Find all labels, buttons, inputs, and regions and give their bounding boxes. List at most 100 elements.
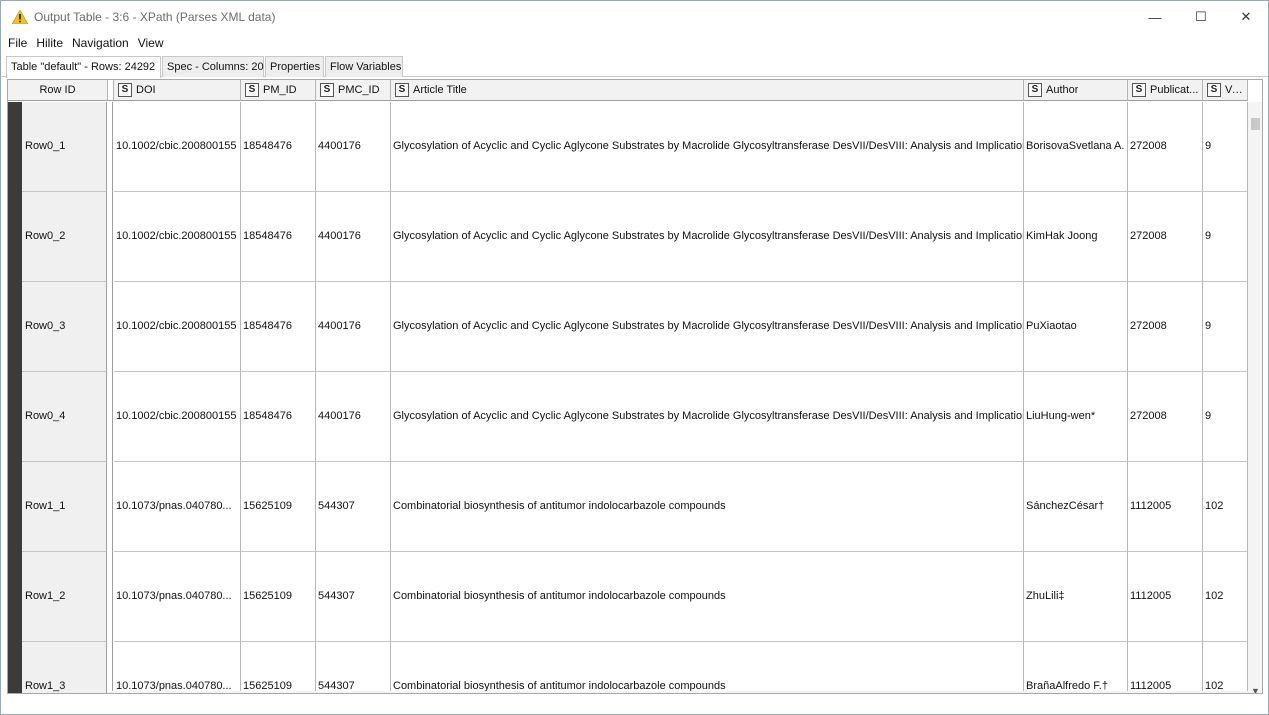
tab-flow-variables[interactable]: Flow Variables	[325, 56, 403, 77]
table-row[interactable]: Row1_3 10.1073/pnas.040780... 15625109 5…	[8, 642, 1248, 693]
cell-publication[interactable]: 272008	[1128, 282, 1203, 372]
cell-author[interactable]: ZhuLili‡	[1024, 552, 1128, 642]
row-marker	[8, 372, 22, 462]
menu-file[interactable]: File	[8, 36, 27, 50]
column-header-publication[interactable]: S Publicat...	[1128, 80, 1203, 101]
table-row[interactable]: Row0_2 10.1002/cbic.200800155 18548476 4…	[8, 192, 1248, 282]
column-header-volume[interactable]: S Volur	[1203, 80, 1248, 101]
scroll-down-arrow-icon[interactable]: ▼	[1248, 684, 1262, 693]
cell-author[interactable]: BrañaAlfredo F.†	[1024, 642, 1128, 693]
cell-pm-id[interactable]: 18548476	[241, 102, 316, 192]
cell-volume[interactable]: 9	[1203, 192, 1248, 282]
cell-volume[interactable]: 102	[1203, 642, 1248, 693]
menu-bar: File Hilite Navigation View	[1, 33, 1268, 53]
cell-publication[interactable]: 1112005	[1128, 552, 1203, 642]
cell-publication[interactable]: 1112005	[1128, 642, 1203, 693]
vertical-scrollbar[interactable]: ▼	[1248, 102, 1262, 693]
cell-author[interactable]: BorisovaSvetlana A.	[1024, 102, 1128, 192]
column-header-pmc-id[interactable]: S PMC_ID	[316, 80, 391, 101]
scroll-left-arrow-icon[interactable]: ‹	[108, 691, 124, 693]
column-header-label: Row ID	[39, 84, 76, 96]
cell-volume[interactable]: 102	[1203, 552, 1248, 642]
cell-volume[interactable]: 102	[1203, 462, 1248, 552]
cell-doi[interactable]: 10.1002/cbic.200800155	[114, 102, 241, 192]
cell-article-title[interactable]: Combinatorial biosynthesis of antitumor …	[391, 462, 1024, 552]
tab-table-default[interactable]: Table "default" - Rows: 24292	[6, 56, 161, 78]
cell-article-title[interactable]: Glycosylation of Acyclic and Cyclic Agly…	[391, 372, 1024, 462]
cell-publication[interactable]: 1112005	[1128, 462, 1203, 552]
row-marker	[8, 192, 22, 282]
cell-article-title[interactable]: Combinatorial biosynthesis of antitumor …	[391, 642, 1024, 693]
string-type-icon: S	[1207, 83, 1221, 97]
title-bar: Output Table - 3:6 - XPath (Parses XML d…	[1, 1, 1268, 33]
row-id-cell: Row1_2	[22, 552, 107, 642]
column-header-doi[interactable]: S DOI	[114, 80, 241, 101]
tab-properties[interactable]: Properties	[265, 56, 324, 77]
row-marker	[8, 642, 22, 693]
cell-pmc-id[interactable]: 4400176	[316, 372, 391, 462]
menu-navigation[interactable]: Navigation	[72, 36, 129, 50]
cell-doi[interactable]: 10.1073/pnas.040780...	[114, 462, 241, 552]
menu-view[interactable]: View	[138, 36, 164, 50]
menu-hilite[interactable]: Hilite	[36, 36, 63, 50]
cell-pmc-id[interactable]: 544307	[316, 642, 391, 693]
cell-volume[interactable]: 9	[1203, 102, 1248, 192]
table-row[interactable]: Row0_1 10.1002/cbic.200800155 18548476 4…	[8, 102, 1248, 192]
scroll-right-arrow-icon[interactable]: ›	[1232, 691, 1248, 693]
table-row[interactable]: Row0_4 10.1002/cbic.200800155 18548476 4…	[8, 372, 1248, 462]
column-header-article-title[interactable]: S Article Title	[391, 80, 1024, 101]
cell-author[interactable]: KimHak Joong	[1024, 192, 1128, 282]
vertical-scroll-thumb[interactable]	[1251, 118, 1260, 130]
window-title: Output Table - 3:6 - XPath (Parses XML d…	[34, 10, 276, 24]
row-id-cell: Row0_4	[22, 372, 107, 462]
cell-pmc-id[interactable]: 544307	[316, 462, 391, 552]
row-id-cell: Row0_3	[22, 282, 107, 372]
cell-pm-id[interactable]: 15625109	[241, 552, 316, 642]
output-table-window: Output Table - 3:6 - XPath (Parses XML d…	[0, 0, 1269, 715]
column-header-pm-id[interactable]: S PM_ID	[241, 80, 316, 101]
cell-article-title[interactable]: Combinatorial biosynthesis of antitumor …	[391, 552, 1024, 642]
cell-pm-id[interactable]: 18548476	[241, 282, 316, 372]
cell-pm-id[interactable]: 15625109	[241, 642, 316, 693]
cell-pmc-id[interactable]: 544307	[316, 552, 391, 642]
cell-author[interactable]: PuXiaotao	[1024, 282, 1128, 372]
minimize-button[interactable]: —	[1132, 1, 1178, 33]
cell-pmc-id[interactable]: 4400176	[316, 102, 391, 192]
horizontal-scrollbar[interactable]: ‹ ›	[108, 691, 1248, 693]
data-table: Row ID S DOI S PM_ID S PMC_ID S Article …	[7, 79, 1263, 694]
table-row[interactable]: Row1_2 10.1073/pnas.040780... 15625109 5…	[8, 552, 1248, 642]
cell-author[interactable]: LiuHung-wen*	[1024, 372, 1128, 462]
row-id-cell: Row1_1	[22, 462, 107, 552]
cell-publication[interactable]: 272008	[1128, 372, 1203, 462]
maximize-button[interactable]: ☐	[1178, 1, 1224, 33]
cell-doi[interactable]: 10.1073/pnas.040780...	[114, 552, 241, 642]
cell-author[interactable]: SánchezCésar†	[1024, 462, 1128, 552]
cell-article-title[interactable]: Glycosylation of Acyclic and Cyclic Agly…	[391, 192, 1024, 282]
table-row[interactable]: Row0_3 10.1002/cbic.200800155 18548476 4…	[8, 282, 1248, 372]
cell-article-title[interactable]: Glycosylation of Acyclic and Cyclic Agly…	[391, 282, 1024, 372]
cell-pmc-id[interactable]: 4400176	[316, 192, 391, 282]
cell-publication[interactable]: 272008	[1128, 102, 1203, 192]
cell-volume[interactable]: 9	[1203, 282, 1248, 372]
cell-pm-id[interactable]: 18548476	[241, 372, 316, 462]
cell-doi[interactable]: 10.1002/cbic.200800155	[114, 372, 241, 462]
close-icon: ✕	[1240, 9, 1252, 24]
column-header-label: PMC_ID	[338, 84, 380, 96]
cell-pm-id[interactable]: 15625109	[241, 462, 316, 552]
cell-doi[interactable]: 10.1002/cbic.200800155	[114, 192, 241, 282]
cell-article-title[interactable]: Glycosylation of Acyclic and Cyclic Agly…	[391, 102, 1024, 192]
column-header-label: Article Title	[413, 84, 467, 96]
cell-doi[interactable]: 10.1002/cbic.200800155	[114, 282, 241, 372]
cell-pm-id[interactable]: 18548476	[241, 192, 316, 282]
cell-pmc-id[interactable]: 4400176	[316, 282, 391, 372]
row-marker	[8, 462, 22, 552]
table-row[interactable]: Row1_1 10.1073/pnas.040780... 15625109 5…	[8, 462, 1248, 552]
column-header-author[interactable]: S Author	[1024, 80, 1128, 101]
cell-volume[interactable]: 9	[1203, 372, 1248, 462]
close-button[interactable]: ✕	[1223, 1, 1269, 33]
tab-spec-columns[interactable]: Spec - Columns: 20	[162, 56, 264, 77]
cell-doi[interactable]: 10.1073/pnas.040780...	[114, 642, 241, 693]
column-header-row-id[interactable]: Row ID	[8, 80, 108, 101]
column-header-label: Publicat...	[1150, 84, 1199, 96]
cell-publication[interactable]: 272008	[1128, 192, 1203, 282]
